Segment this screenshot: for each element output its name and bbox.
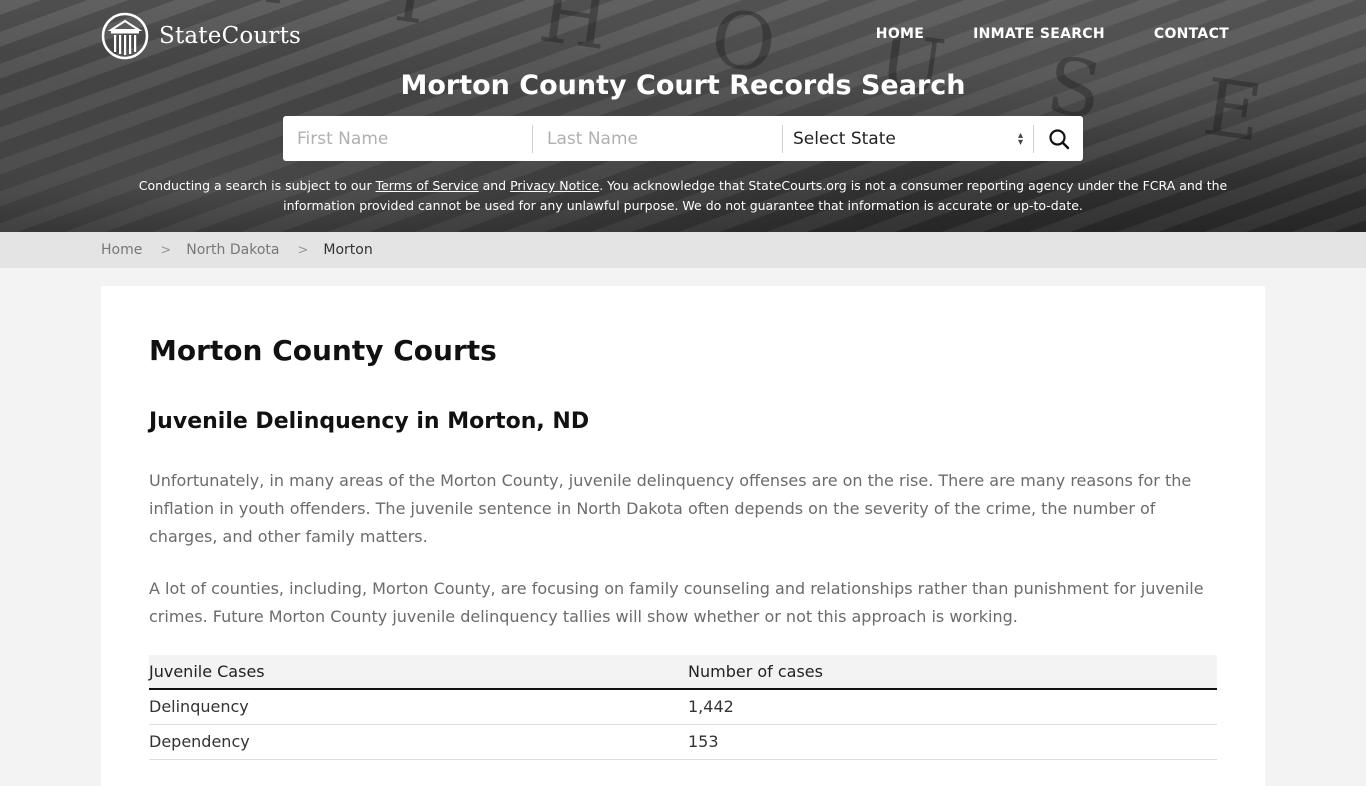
case-type-cell: Dependency — [149, 724, 688, 760]
table-row: Dependency 153 — [149, 724, 1217, 760]
logo-link[interactable]: StateCourts — [101, 12, 301, 60]
page-title: Morton County Courts — [149, 334, 497, 367]
state-select-value: Select State — [793, 128, 896, 149]
privacy-notice-link[interactable]: Privacy Notice — [510, 178, 599, 193]
top-navigation: StateCourts HOME INMATE SEARCH CONTACT — [0, 0, 1366, 72]
terms-of-service-link[interactable]: Terms of Service — [376, 178, 479, 193]
search-button[interactable] — [1034, 116, 1083, 161]
breadcrumb: Home > North Dakota > Morton — [0, 232, 1366, 268]
disclaimer-text: and — [478, 178, 511, 193]
hero-banner: R T H O U S E StateCourts HOME INMATE SE… — [0, 0, 1366, 232]
paragraph: A lot of counties, including, Morton Cou… — [149, 579, 1204, 626]
courthouse-logo-icon — [101, 12, 149, 60]
table-row: Delinquency 1,442 — [149, 689, 1217, 725]
nav-contact[interactable]: CONTACT — [1154, 26, 1229, 42]
main-nav: HOME INMATE SEARCH CONTACT — [876, 26, 1229, 42]
column-header: Number of cases — [688, 655, 1217, 690]
breadcrumb-north-dakota[interactable]: North Dakota — [186, 242, 279, 258]
table-header-row: Juvenile Cases Number of cases — [149, 655, 1217, 690]
content-card: Morton County Courts Juvenile Delinquenc… — [101, 286, 1265, 786]
paragraph: Unfortunately, in many areas of the Mort… — [149, 471, 1192, 546]
case-count-cell: 1,442 — [688, 689, 1217, 725]
chevron-right-icon: > — [160, 242, 172, 258]
last-name-input[interactable] — [533, 116, 782, 161]
juvenile-cases-table: Juvenile Cases Number of cases Delinquen… — [149, 655, 1217, 760]
breadcrumb-home[interactable]: Home — [101, 242, 142, 258]
section-title: Juvenile Delinquency in Morton, ND — [149, 409, 590, 434]
column-header: Juvenile Cases — [149, 655, 688, 690]
nav-home[interactable]: HOME — [876, 26, 924, 42]
nav-inmate-search[interactable]: INMATE SEARCH — [973, 26, 1105, 42]
hero-title: Morton County Court Records Search — [400, 70, 966, 101]
chevron-right-icon: > — [297, 242, 309, 258]
first-name-input[interactable] — [283, 116, 532, 161]
search-disclaimer: Conducting a search is subject to our Te… — [120, 176, 1246, 216]
case-count-cell: 153 — [688, 724, 1217, 760]
search-form: Select State ▴▾ — [283, 116, 1083, 161]
state-select[interactable]: Select State ▴ ▾ — [783, 116, 1033, 161]
logo-text: StateCourts — [159, 23, 302, 49]
select-arrows-icon: ▴ ▾ — [1017, 129, 1023, 148]
breadcrumb-current: Morton — [323, 242, 373, 258]
search-icon — [1048, 128, 1069, 149]
disclaimer-text: Conducting a search is subject to our — [138, 178, 376, 193]
case-type-cell: Delinquency — [149, 689, 688, 725]
